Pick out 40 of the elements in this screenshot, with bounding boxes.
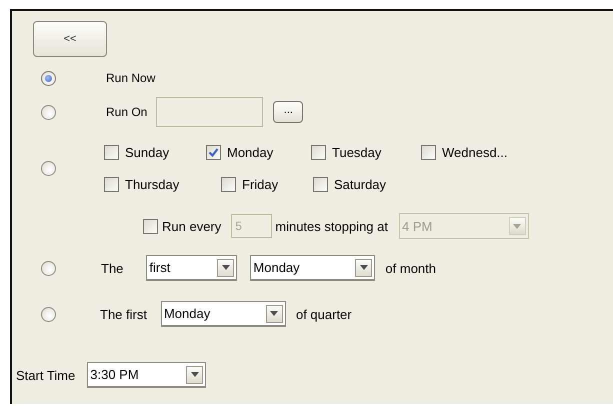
- back-button[interactable]: <<: [33, 21, 107, 57]
- minutes-label: minutes stopping at: [275, 218, 388, 234]
- day-label: Sunday: [125, 144, 170, 160]
- browse-button[interactable]: ...: [273, 101, 304, 123]
- dropdown[interactable]: Monday: [160, 301, 286, 327]
- radio-button[interactable]: [41, 104, 56, 120]
- suffix-label: of month: [385, 260, 436, 276]
- checkbox[interactable]: [221, 176, 236, 192]
- start-time-label: Start Time: [16, 368, 76, 382]
- radio-button[interactable]: [41, 70, 56, 86]
- caret-icon[interactable]: [186, 366, 204, 384]
- caret-icon[interactable]: [217, 258, 234, 276]
- dropdown[interactable]: 3:30 PM: [87, 362, 206, 388]
- checkbox[interactable]: [421, 144, 436, 160]
- option-label: The: [101, 260, 124, 276]
- radio-button[interactable]: [41, 306, 56, 322]
- radio-button[interactable]: [41, 160, 56, 176]
- option-label: Run On: [106, 105, 148, 119]
- dropdown[interactable]: first: [146, 255, 238, 281]
- checkbox[interactable]: [206, 144, 221, 160]
- day-label: Thursday: [125, 176, 180, 192]
- day-label: Wednesd...: [442, 144, 508, 160]
- checkbox[interactable]: [143, 218, 158, 234]
- suffix-label: of quarter: [296, 306, 352, 322]
- date-field[interactable]: [156, 97, 264, 127]
- option-label: The first: [100, 306, 147, 322]
- radio-button[interactable]: [41, 260, 56, 276]
- checkbox[interactable]: [311, 144, 326, 160]
- day-label: Tuesday: [332, 144, 382, 160]
- dropdown[interactable]: Monday: [250, 255, 376, 281]
- day-label: Monday: [227, 144, 274, 160]
- repeat-label: Run every: [162, 218, 222, 234]
- day-label: Saturday: [334, 176, 386, 192]
- option-label: Run Now: [106, 71, 156, 85]
- day-label: Friday: [242, 176, 278, 192]
- caret-icon[interactable]: [266, 304, 283, 322]
- checkbox[interactable]: [313, 176, 328, 192]
- caret-icon[interactable]: [355, 258, 372, 276]
- checkbox[interactable]: [104, 144, 119, 160]
- checkbox[interactable]: [104, 176, 119, 192]
